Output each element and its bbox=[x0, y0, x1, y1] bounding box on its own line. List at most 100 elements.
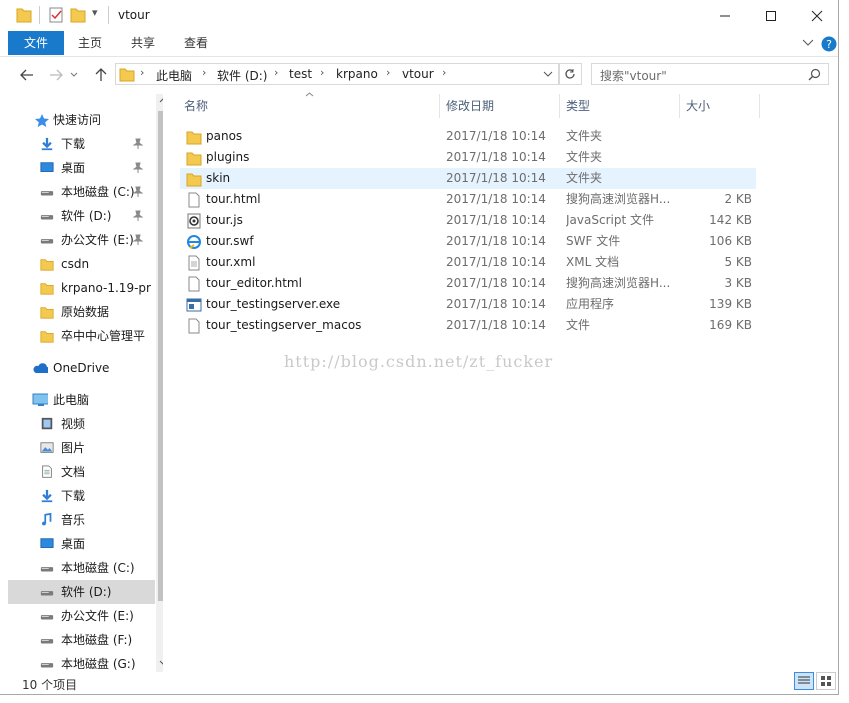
nav-quick-access-item[interactable]: 卒中中心管理平 bbox=[8, 324, 155, 348]
breadcrumb-separator[interactable]: › bbox=[442, 66, 446, 79]
nav-this-pc-item[interactable]: 本地磁盘 (C:) bbox=[8, 556, 155, 580]
nav-onedrive[interactable]: OneDrive bbox=[8, 356, 155, 380]
file-row[interactable]: tour.swf 2017/1/18 10:14 SWF 文件 106 KB bbox=[180, 231, 756, 252]
file-name: tour.html bbox=[206, 192, 261, 206]
chevron-down-icon[interactable] bbox=[159, 660, 163, 666]
file-type: 文件 bbox=[566, 318, 591, 332]
chevron-up-icon[interactable] bbox=[159, 97, 163, 103]
picture-icon bbox=[40, 442, 54, 453]
breadcrumb-separator[interactable]: › bbox=[202, 66, 206, 79]
tab-file[interactable]: 文件 bbox=[8, 31, 64, 55]
details-view-button[interactable] bbox=[794, 672, 814, 690]
file-name: tour.js bbox=[206, 213, 243, 227]
address-bar[interactable]: › 此电脑 › 软件 (D:) › test › krpano › vtour … bbox=[115, 63, 560, 85]
column-size[interactable]: 大小 bbox=[680, 94, 760, 118]
nav-quick-access-item[interactable]: 下载 bbox=[8, 132, 155, 156]
nav-label: 办公文件 (E:) bbox=[61, 233, 134, 247]
chevron-down-icon bbox=[70, 72, 78, 77]
help-icon[interactable]: ? bbox=[821, 36, 837, 52]
nav-label: 本地磁盘 (C:) bbox=[61, 185, 135, 199]
breadcrumb-separator[interactable]: › bbox=[320, 66, 324, 79]
nav-quick-access-item[interactable]: 办公文件 (E:) bbox=[8, 228, 155, 252]
file-row[interactable]: tour.js 2017/1/18 10:14 JavaScript 文件 142 K… bbox=[180, 210, 756, 231]
file-type: 搜狗高速浏览器H... bbox=[566, 192, 671, 206]
expand-ribbon-icon[interactable] bbox=[802, 39, 814, 47]
file-icon bbox=[188, 318, 200, 334]
nav-this-pc-item[interactable]: 本地磁盘 (F:) bbox=[8, 628, 155, 652]
breadcrumb-drive-d[interactable]: 软件 (D:) bbox=[217, 67, 267, 84]
file-row[interactable]: plugins 2017/1/18 10:14 文件夹 bbox=[180, 147, 756, 168]
nav-this-pc-item[interactable]: 办公文件 (E:) bbox=[8, 604, 155, 628]
refresh-button[interactable] bbox=[558, 63, 582, 85]
nav-this-pc-item[interactable]: 文档 bbox=[8, 460, 155, 484]
nav-this-pc-item[interactable]: 本地磁盘 (G:) bbox=[8, 652, 155, 672]
large-icons-view-button[interactable] bbox=[816, 672, 836, 690]
nav-label: 图片 bbox=[61, 441, 86, 455]
nav-this-pc-item[interactable]: 桌面 bbox=[8, 532, 155, 556]
nav-quick-access-item[interactable]: 软件 (D:) bbox=[8, 204, 155, 228]
file-row[interactable]: tour.html 2017/1/18 10:14 搜狗高速浏览器H... 2 KB bbox=[180, 189, 756, 210]
nav-quick-access[interactable]: 快速访问 bbox=[8, 108, 155, 132]
nav-quick-access-item[interactable]: krpano-1.19-pr bbox=[8, 276, 155, 300]
nav-this-pc-item[interactable]: 图片 bbox=[8, 436, 155, 460]
nav-this-pc-item[interactable]: 视频 bbox=[8, 412, 155, 436]
file-type: 应用程序 bbox=[566, 297, 615, 311]
file-row[interactable]: tour_testingserver_macos 2017/1/18 10:14 文… bbox=[180, 315, 756, 336]
scrollbar-thumb[interactable] bbox=[158, 111, 163, 601]
file-row[interactable]: tour_editor.html 2017/1/18 10:14 搜狗高速浏览器H.… bbox=[180, 273, 756, 294]
watermark: http://blog.csdn.net/zt_fucker bbox=[284, 352, 554, 371]
search-box[interactable]: 搜索"vtour" bbox=[591, 63, 829, 85]
breadcrumb-separator[interactable]: › bbox=[140, 66, 144, 79]
nav-scrollbar[interactable] bbox=[156, 94, 163, 672]
nav-quick-access-item[interactable]: csdn bbox=[8, 252, 155, 276]
nav-quick-access-item[interactable]: 桌面 bbox=[8, 156, 155, 180]
file-size: 106 KB bbox=[709, 234, 752, 248]
qat-dropdown[interactable]: ▾ bbox=[92, 6, 98, 24]
breadcrumb-test[interactable]: test bbox=[289, 67, 312, 81]
column-type[interactable]: 类型 bbox=[560, 94, 680, 118]
breadcrumb-vtour[interactable]: vtour bbox=[402, 67, 434, 81]
search-icon[interactable] bbox=[808, 68, 821, 81]
forward-button[interactable] bbox=[45, 64, 67, 86]
file-type: 文件夹 bbox=[566, 129, 603, 143]
nav-quick-access-item[interactable]: 本地磁盘 (C:) bbox=[8, 180, 155, 204]
breadcrumb-separator[interactable]: › bbox=[386, 66, 390, 79]
breadcrumb-this-pc[interactable]: 此电脑 bbox=[156, 67, 192, 84]
folder-icon bbox=[186, 152, 202, 166]
nav-quick-access-item[interactable]: 原始数据 bbox=[8, 300, 155, 324]
nav-label: 桌面 bbox=[61, 161, 86, 175]
nav-this-pc-item[interactable]: 软件 (D:) bbox=[8, 580, 155, 604]
computer-icon bbox=[32, 393, 48, 406]
tab-home[interactable]: 主页 bbox=[65, 31, 115, 55]
pin-icon[interactable] bbox=[133, 162, 143, 174]
new-folder-icon[interactable] bbox=[70, 6, 86, 24]
back-button[interactable] bbox=[16, 64, 38, 86]
pin-icon[interactable] bbox=[133, 138, 143, 150]
nav-this-pc[interactable]: 此电脑 bbox=[8, 388, 155, 412]
file-row[interactable]: panos 2017/1/18 10:14 文件夹 bbox=[180, 126, 756, 147]
nav-this-pc-item[interactable]: 音乐 bbox=[8, 508, 155, 532]
minimize-button[interactable] bbox=[702, 0, 748, 31]
breadcrumb-krpano[interactable]: krpano bbox=[336, 67, 378, 81]
column-date[interactable]: 修改日期 bbox=[440, 94, 560, 118]
window-title: vtour bbox=[118, 8, 150, 22]
tab-share[interactable]: 共享 bbox=[118, 31, 168, 55]
properties-icon[interactable] bbox=[48, 6, 64, 24]
file-date: 2017/1/18 10:14 bbox=[446, 318, 546, 332]
pin-icon[interactable] bbox=[133, 210, 143, 222]
pin-icon[interactable] bbox=[133, 234, 143, 246]
file-row[interactable]: tour.xml 2017/1/18 10:14 XML 文档 5 KB bbox=[180, 252, 756, 273]
chevron-down-icon[interactable] bbox=[543, 71, 553, 78]
column-name[interactable]: 名称 bbox=[178, 94, 440, 118]
maximize-button[interactable] bbox=[748, 0, 794, 31]
file-row[interactable]: skin 2017/1/18 10:14 文件夹 bbox=[180, 168, 756, 189]
up-button[interactable] bbox=[90, 64, 112, 86]
close-button[interactable] bbox=[794, 0, 840, 31]
nav-this-pc-item[interactable]: 下载 bbox=[8, 484, 155, 508]
recent-locations-button[interactable] bbox=[68, 64, 80, 86]
breadcrumb-separator[interactable]: › bbox=[274, 66, 278, 79]
pin-icon[interactable] bbox=[133, 186, 143, 198]
tab-view[interactable]: 查看 bbox=[171, 31, 221, 55]
file-name: plugins bbox=[206, 150, 250, 164]
file-row[interactable]: tour_testingserver.exe 2017/1/18 10:14 应用程… bbox=[180, 294, 756, 315]
